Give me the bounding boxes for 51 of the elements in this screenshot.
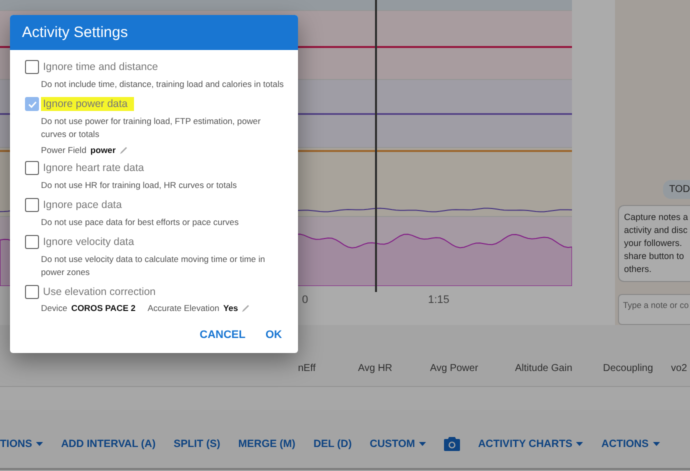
field-label: Accurate Elevation bbox=[148, 303, 220, 313]
checkbox[interactable] bbox=[25, 60, 39, 74]
axis-label: 0 bbox=[302, 294, 308, 306]
option-label: Ignore velocity data bbox=[42, 235, 136, 249]
option-description: Do not use HR for training load, HR curves or totals bbox=[41, 179, 238, 192]
toolbar-button[interactable]: CUSTOM bbox=[370, 438, 426, 450]
option-label: Ignore pace data bbox=[42, 198, 123, 212]
option-label: Ignore heart rate data bbox=[42, 161, 145, 175]
toolbar-button[interactable]: ACTIVITY CHARTS bbox=[478, 438, 584, 450]
toolbar-button[interactable]: TIONS bbox=[0, 438, 44, 450]
date-badge: TOD bbox=[663, 180, 690, 199]
option-label: Ignore power data bbox=[41, 97, 134, 111]
dialog-title: Activity Settings bbox=[10, 15, 298, 50]
field-value: COROS PACE 2 bbox=[71, 303, 136, 313]
option-description: Do not use velocity data to calculate moving time or time in power zones bbox=[41, 253, 266, 279]
note-input-field[interactable]: Type a note or co bbox=[618, 294, 690, 325]
checkbox[interactable] bbox=[25, 161, 39, 175]
check-icon bbox=[28, 100, 36, 108]
toolbar-button[interactable]: MERGE (M) bbox=[238, 438, 296, 450]
column-header[interactable]: nEff bbox=[298, 363, 358, 374]
option-description: Do not use power for training load, FTP estimation, power curves or totals bbox=[41, 115, 262, 141]
dialog-button[interactable]: OK bbox=[266, 329, 282, 341]
toolbar-button[interactable]: ADD INTERVAL (A) bbox=[61, 438, 156, 450]
toolbar-button[interactable]: ACTIONS bbox=[601, 438, 660, 450]
camera-icon[interactable] bbox=[444, 437, 460, 451]
field-label: Power Field bbox=[41, 145, 86, 155]
option-label: Ignore time and distance bbox=[42, 60, 159, 74]
option-description: Do not use pace data for best efforts or pace curves bbox=[41, 216, 240, 229]
note-message: Capture notes a activity and disc your followers. share button to others. bbox=[618, 205, 690, 282]
field-value: Yes bbox=[223, 303, 238, 313]
checkbox[interactable] bbox=[25, 97, 39, 111]
toolbar-button[interactable]: DEL (D) bbox=[313, 438, 352, 450]
column-header[interactable]: Avg HR bbox=[358, 363, 430, 374]
column-header[interactable]: Avg Power bbox=[430, 363, 515, 374]
caret-icon bbox=[419, 442, 426, 446]
toolbar-button[interactable]: SPLIT (S) bbox=[174, 438, 220, 450]
option-description: Do not include time, distance, training load and calories in totals bbox=[41, 78, 284, 91]
field-value: power bbox=[90, 145, 116, 155]
checkbox[interactable] bbox=[25, 235, 39, 249]
caret-icon bbox=[576, 442, 584, 446]
column-header[interactable]: Altitude Gain bbox=[515, 363, 603, 374]
option-label: Use elevation correction bbox=[42, 285, 157, 299]
axis-label: 1:15 bbox=[428, 294, 450, 306]
checkbox[interactable] bbox=[25, 285, 39, 299]
checkbox[interactable] bbox=[25, 198, 39, 212]
column-header[interactable]: Decoupling bbox=[603, 363, 671, 374]
dialog-button[interactable]: CANCEL bbox=[200, 329, 246, 341]
column-header[interactable]: vo2 bbox=[671, 363, 688, 374]
field-label: Device bbox=[41, 303, 68, 313]
caret-icon bbox=[36, 442, 44, 446]
caret-icon bbox=[652, 442, 660, 446]
